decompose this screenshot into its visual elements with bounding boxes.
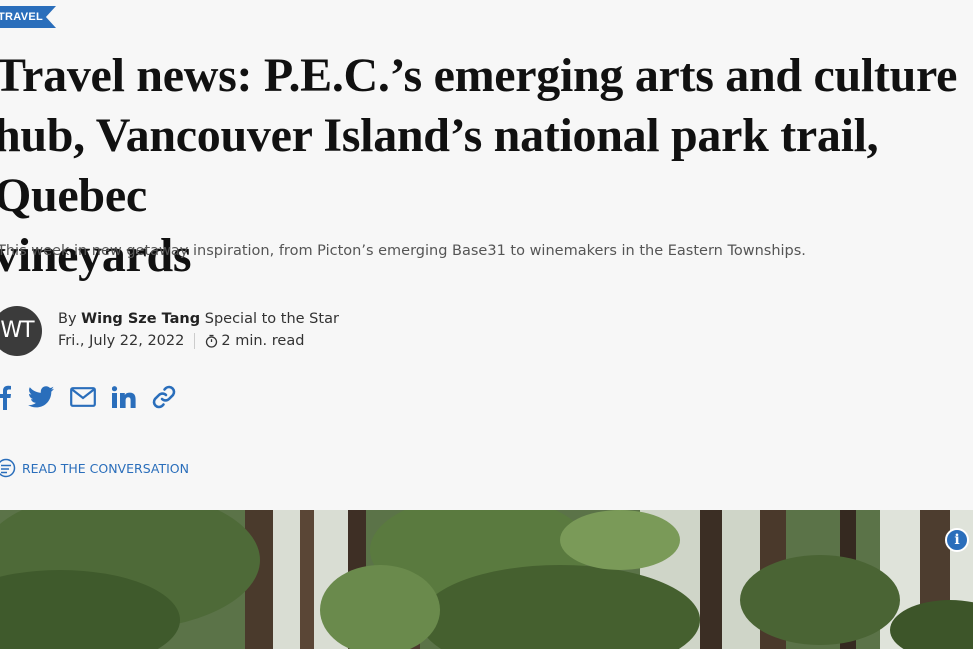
forest-image (0, 510, 973, 649)
linkedin-icon[interactable] (112, 386, 136, 408)
facebook-icon[interactable] (0, 384, 12, 410)
publish-date: Fri., July 22, 2022 (58, 333, 185, 349)
twitter-icon[interactable] (28, 386, 54, 408)
email-icon[interactable] (70, 387, 96, 407)
link-icon[interactable] (152, 385, 176, 409)
article-meta: Fri., July 22, 2022 2 min. read (58, 333, 304, 349)
byline-prefix: By (58, 311, 77, 327)
stopwatch-icon (205, 334, 218, 348)
headline-line-2: hub, Vancouver Island’s national park tr… (0, 109, 879, 222)
article-dek: This week in new getaway inspiration, fr… (0, 243, 806, 259)
comment-icon (0, 458, 16, 478)
read-conversation-label: READ THE CONVERSATION (22, 460, 189, 476)
info-button[interactable]: i (945, 528, 969, 552)
byline: By Wing Sze Tang Special to the Star (58, 311, 339, 327)
meta-divider (194, 333, 196, 349)
read-conversation-link[interactable]: READ THE CONVERSATION (0, 458, 189, 478)
section-tag[interactable]: TRAVEL (0, 6, 56, 28)
author-avatar[interactable]: WT (0, 306, 42, 356)
author-name[interactable]: Wing Sze Tang (81, 311, 200, 327)
hero-photo (0, 510, 973, 649)
share-bar (0, 384, 192, 410)
read-time: 2 min. read (221, 333, 305, 349)
author-role: Special to the Star (204, 311, 339, 327)
headline-line-1: Travel news: P.E.C.’s emerging arts and … (0, 49, 958, 102)
